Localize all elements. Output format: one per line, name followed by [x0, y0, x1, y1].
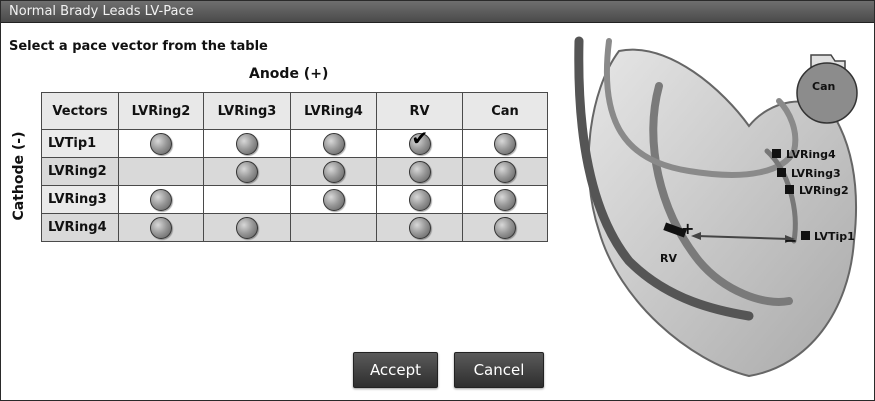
pace-vector-button[interactable]: [494, 188, 516, 211]
pace-vector-button[interactable]: [408, 160, 431, 183]
vector-cell: [462, 129, 548, 158]
vector-cell: [290, 157, 377, 186]
column-header: LVRing4: [290, 92, 377, 130]
pace-vector-button[interactable]: [322, 188, 345, 211]
lead-label-lvring2: LVRing2: [799, 184, 849, 197]
lead-label-lvring3: LVRing3: [791, 167, 841, 180]
pace-vector-button[interactable]: [408, 216, 431, 239]
table-row: LVRing2: [41, 157, 548, 186]
pace-vector-window: Normal Brady Leads LV-Pace Select a pace…: [0, 0, 875, 401]
table-body: LVTip1 ✔ LVRing2 LVRing3 LVRing4: [41, 128, 548, 242]
lvtip1-marker: [801, 231, 810, 240]
vector-cell: [290, 213, 377, 242]
vector-cell: [376, 185, 463, 214]
cancel-button[interactable]: Cancel: [454, 352, 544, 388]
vector-cell: [376, 157, 463, 186]
can-label: Can: [812, 80, 836, 93]
vector-cell: [203, 157, 291, 186]
vector-cell: [203, 185, 291, 214]
vector-cell: [290, 185, 377, 214]
row-label: LVRing4: [41, 213, 119, 242]
pace-vector-button[interactable]: [150, 132, 172, 155]
pace-vector-button[interactable]: [322, 160, 345, 183]
column-header: LVRing3: [203, 92, 291, 130]
lead-label-lvring4: LVRing4: [786, 148, 836, 161]
lvring4-marker: [772, 149, 781, 158]
pace-vector-button[interactable]: [236, 132, 258, 155]
row-label: LVTip1: [41, 129, 119, 158]
vector-table: Vectors LVRing2 LVRing3 LVRing4 RV Can L…: [41, 92, 548, 242]
vector-cell: [203, 213, 291, 242]
accept-button[interactable]: Accept: [353, 352, 438, 388]
column-header: Vectors: [41, 92, 119, 130]
rv-label: RV: [660, 252, 677, 265]
vector-cell: [118, 213, 204, 242]
row-label: LVRing3: [41, 185, 119, 214]
table-row: LVRing4: [41, 213, 548, 242]
vector-cell: ✔: [376, 128, 463, 158]
vector-cell: [376, 213, 463, 242]
pace-vector-button[interactable]: [408, 188, 431, 211]
vector-cell: [203, 129, 291, 158]
pace-vector-button[interactable]: [150, 216, 172, 239]
vector-cell: [118, 157, 204, 186]
table-row: LVRing3: [41, 185, 548, 214]
vector-cell: [462, 157, 548, 186]
minus-sign: −: [784, 231, 798, 250]
pace-vector-button[interactable]: [494, 132, 516, 155]
window-title: Normal Brady Leads LV-Pace: [1, 1, 874, 23]
anode-label: Anode (+): [249, 66, 329, 82]
checkmark-icon: ✔: [411, 125, 429, 150]
pace-vector-button[interactable]: [236, 160, 258, 183]
column-header: RV: [376, 92, 463, 130]
pace-vector-button[interactable]: [236, 216, 258, 239]
lead-label-lvtip1: LVTip1: [814, 230, 855, 243]
row-label: LVRing2: [41, 157, 119, 186]
pace-vector-button[interactable]: [150, 188, 172, 211]
lvring3-marker: [777, 168, 786, 177]
cathode-label: Cathode (-): [11, 131, 27, 221]
vector-cell: [118, 185, 204, 214]
vector-cell: [290, 129, 377, 158]
pace-vector-button[interactable]: [322, 132, 345, 155]
table-header-row: Vectors LVRing2 LVRing3 LVRing4 RV Can: [41, 92, 548, 130]
vector-cell: [118, 129, 204, 158]
pace-vector-button[interactable]: [494, 216, 516, 239]
vector-cell: [462, 185, 548, 214]
instruction-text: Select a pace vector from the table: [9, 39, 268, 54]
pace-vector-button[interactable]: [494, 160, 516, 183]
plus-sign: +: [681, 219, 695, 238]
column-header: Can: [462, 92, 548, 130]
lvring2-marker: [785, 185, 794, 194]
table-row: LVTip1 ✔: [41, 128, 548, 158]
vector-cell: [462, 213, 548, 242]
column-header: LVRing2: [118, 92, 204, 130]
pace-vector-button[interactable]: ✔: [408, 128, 431, 155]
